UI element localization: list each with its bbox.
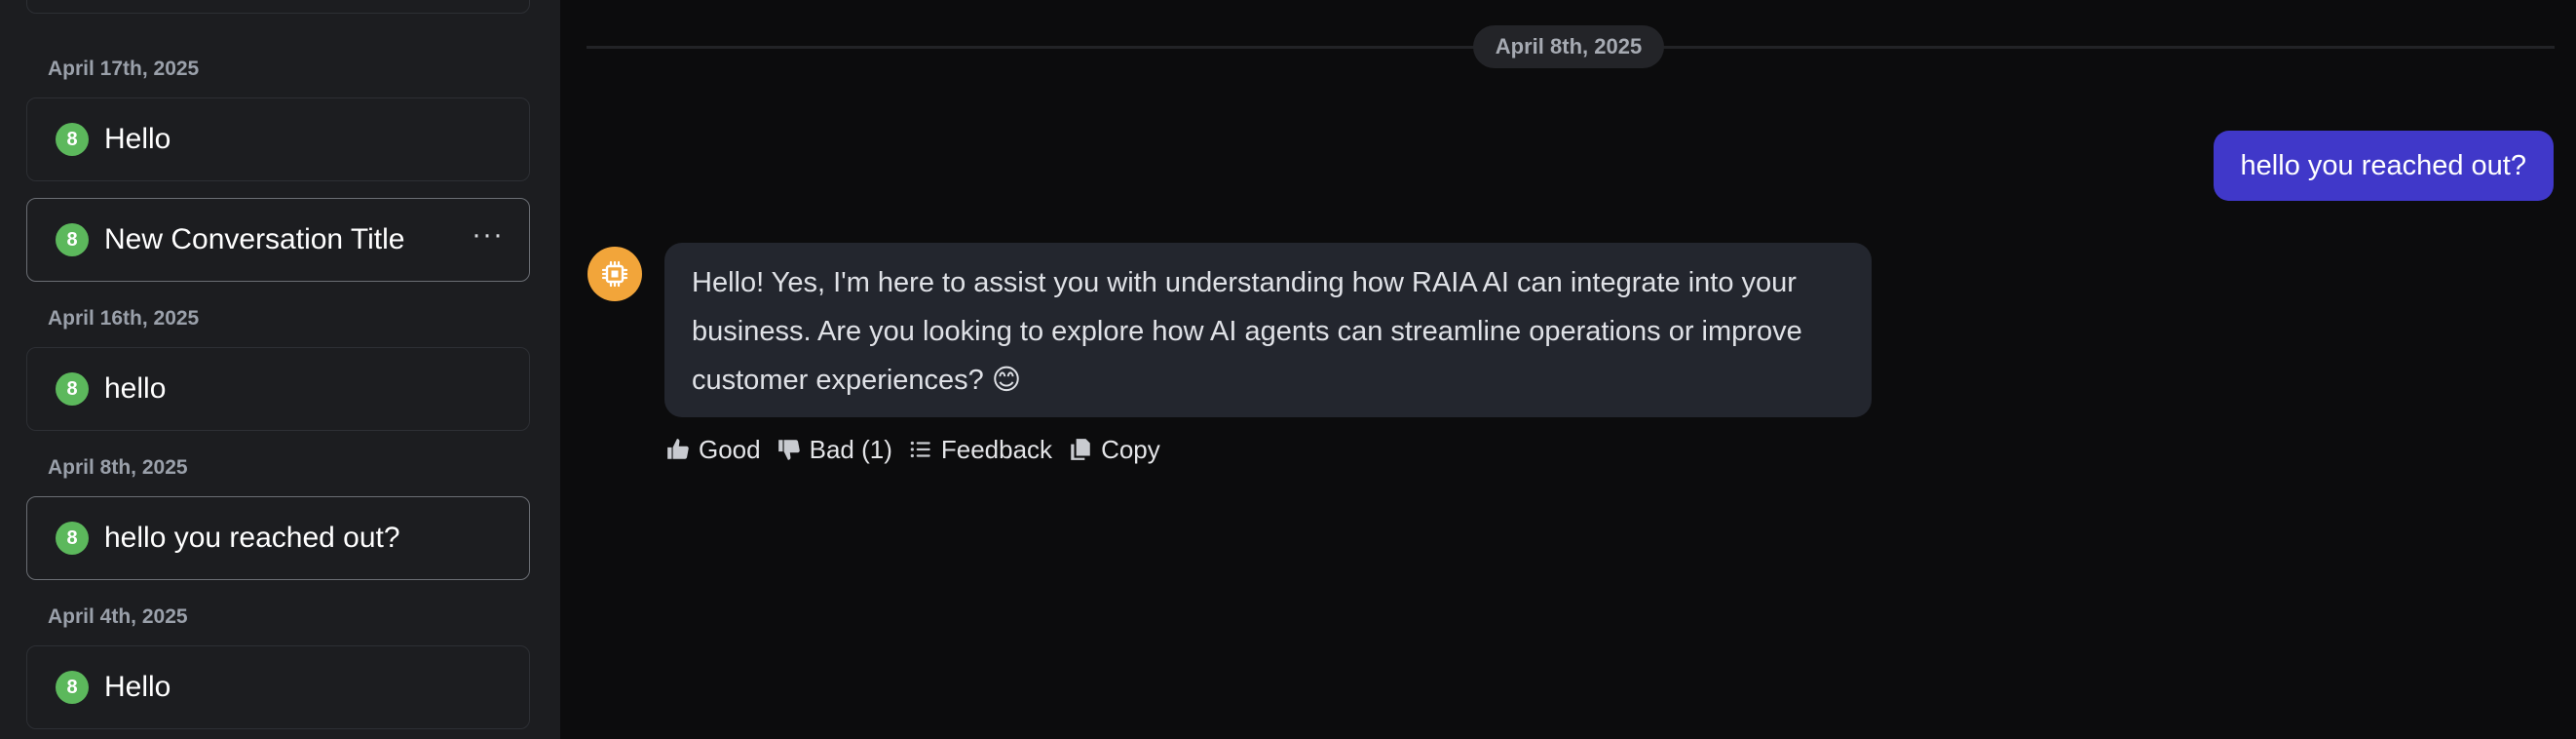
message-actions: Good Bad (1) Feedback Copy [665, 430, 1176, 469]
conversation-item-partial[interactable] [26, 0, 530, 14]
conversation-item[interactable]: 8 Hello [26, 645, 530, 729]
conversation-item[interactable]: 8 New Conversation Title ··· [26, 198, 530, 282]
conversation-badge: 8 [56, 123, 89, 156]
conversation-badge: 8 [56, 372, 89, 406]
more-options-icon[interactable]: ··· [472, 220, 504, 250]
good-button[interactable]: Good [665, 435, 761, 465]
copy-button[interactable]: Copy [1068, 435, 1160, 465]
date-divider-label: April 8th, 2025 [1473, 25, 1664, 68]
conversation-item[interactable]: 8 Hello [26, 97, 530, 181]
bad-label: Bad (1) [809, 434, 892, 464]
group-date-label: April 4th, 2025 [48, 605, 188, 628]
conversation-badge: 8 [56, 223, 89, 256]
group-date-label: April 17th, 2025 [48, 58, 200, 80]
chat-area: April 8th, 2025 hello you reached out? H… [560, 0, 2576, 739]
conversation-item-active[interactable]: 8 hello you reached out? [26, 496, 530, 580]
feedback-button[interactable]: Feedback [908, 435, 1052, 465]
copy-label: Copy [1101, 434, 1160, 464]
chip-icon [601, 260, 628, 288]
assistant-message-bubble: Hello! Yes, I'm here to assist you with … [664, 243, 1872, 417]
feedback-label: Feedback [940, 434, 1053, 464]
good-label: Good [699, 434, 761, 464]
group-date-label: April 16th, 2025 [48, 307, 200, 330]
conversation-title: Hello [104, 671, 171, 703]
list-icon [910, 441, 930, 458]
conversation-title: New Conversation Title [104, 223, 405, 255]
conversation-badge: 8 [56, 671, 89, 704]
assistant-avatar [587, 247, 642, 301]
conversation-badge: 8 [56, 522, 89, 555]
conversation-title: hello you reached out? [104, 522, 400, 554]
bad-button[interactable]: Bad (1) [777, 435, 892, 465]
thumbs-down-icon [777, 440, 800, 460]
conversation-item[interactable]: 8 hello [26, 347, 530, 431]
group-date-label: April 8th, 2025 [48, 456, 188, 479]
user-message-bubble: hello you reached out? [2213, 131, 2554, 201]
conversation-title: Hello [104, 123, 171, 155]
conversation-title: hello [104, 372, 167, 405]
conversation-sidebar: April 17th, 2025 8 Hello 8 New Conversat… [0, 0, 560, 739]
copy-icon [1071, 439, 1090, 460]
thumbs-up-icon [667, 439, 689, 459]
